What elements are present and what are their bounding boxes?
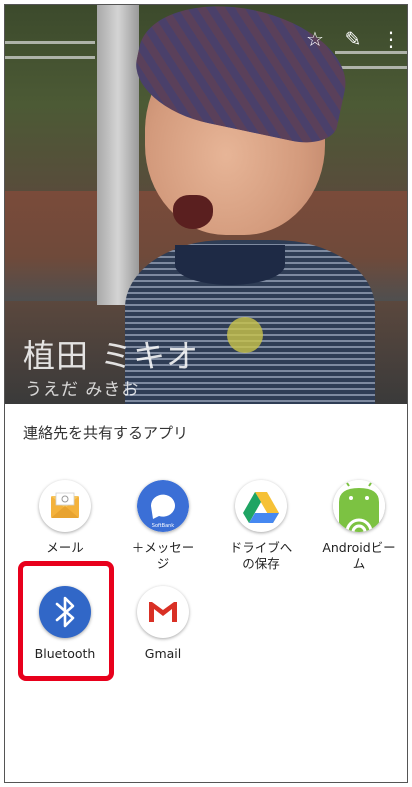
- top-actions: ☆ ✎ ⋮: [303, 27, 403, 51]
- gmail-icon: [137, 586, 189, 638]
- share-sheet-title: 連絡先を共有するアプリ: [23, 424, 189, 442]
- share-sheet: 連絡先を共有するアプリ メール + SoftBank ＋メッセー ジ ドライブへ…: [5, 404, 407, 782]
- share-app-label: Gmail: [144, 646, 182, 661]
- share-app-mail[interactable]: メール: [17, 480, 113, 556]
- star-icon[interactable]: ☆: [303, 27, 327, 51]
- share-app-label: Androidビー ム: [322, 540, 396, 571]
- photo-mouth: [173, 195, 213, 229]
- photo-fence-right: [335, 51, 407, 69]
- share-app-label: ＋メッセー ジ: [131, 540, 195, 571]
- share-app-drive[interactable]: ドライブへ の保存: [213, 480, 309, 572]
- mail-icon: [39, 480, 91, 532]
- softbank-caption: SoftBank: [152, 523, 175, 529]
- highlight-frame: [18, 561, 114, 681]
- photo-pillar: [97, 5, 139, 305]
- contact-photo: ☆ ✎ ⋮ 植田 ミキオ うえだ みきお: [5, 5, 407, 404]
- share-app-android-beam[interactable]: Androidビー ム: [311, 480, 407, 572]
- screen: ☆ ✎ ⋮ 植田 ミキオ うえだ みきお 連絡先を共有するアプリ メール + S…: [4, 4, 408, 783]
- edit-icon[interactable]: ✎: [341, 27, 365, 51]
- share-app-label: メール: [46, 540, 84, 555]
- photo-badge: [227, 317, 263, 353]
- share-app-label: ドライブへ の保存: [229, 540, 293, 571]
- contact-name: 植田 ミキオ: [23, 337, 200, 375]
- google-drive-icon: [235, 480, 287, 532]
- svg-text:+: +: [171, 489, 181, 503]
- photo-collar: [175, 245, 285, 285]
- plus-message-icon: + SoftBank: [137, 480, 189, 532]
- share-app-gmail[interactable]: Gmail: [115, 586, 211, 662]
- overflow-menu-icon[interactable]: ⋮: [379, 27, 403, 51]
- share-app-plus-message[interactable]: + SoftBank ＋メッセー ジ: [115, 480, 211, 572]
- android-beam-icon: [333, 480, 385, 532]
- photo-fence: [5, 41, 95, 59]
- contact-kana: うえだ みきお: [25, 380, 140, 400]
